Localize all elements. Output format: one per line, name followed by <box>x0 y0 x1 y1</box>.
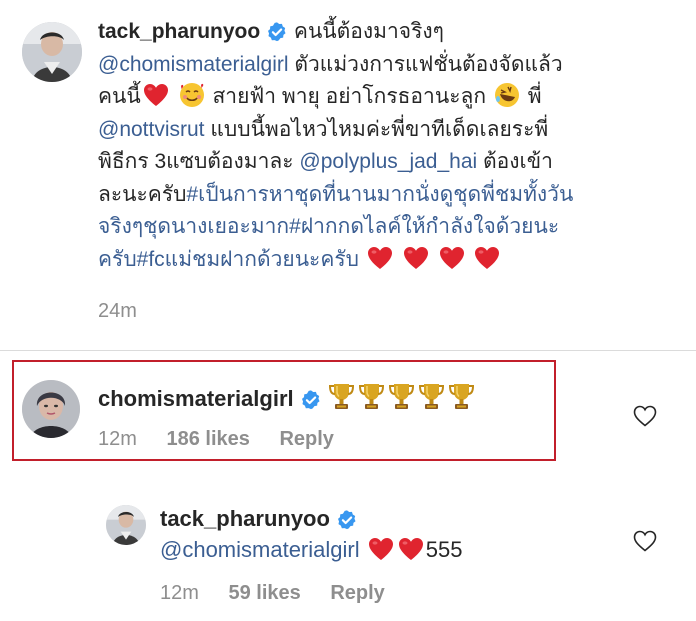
mention-link[interactable]: @chomismaterialgirl <box>98 53 289 76</box>
comment-text: คนนี้ <box>98 85 141 108</box>
mention-link[interactable]: @polyplus_jad_hai <box>299 150 477 173</box>
hashtag-link[interactable]: #เป็นการหาชุดที่นานมากนั่งดูชุดพี่ชมทั้ง… <box>186 183 573 206</box>
heart-outline-icon[interactable] <box>633 405 657 427</box>
comment-text: พิธีกร 3แซบต้องมาละ <box>98 150 294 173</box>
rofl-emoji-icon <box>494 83 519 107</box>
verified-badge-icon <box>336 509 358 531</box>
trophy-icon <box>388 382 415 412</box>
heart-emoji-icon <box>143 83 169 107</box>
heart-emoji-icon <box>403 246 429 270</box>
heart-emoji-icon <box>368 537 394 561</box>
comment-text-number: 555 <box>425 537 463 562</box>
comment-header: tack_pharunyoo <box>160 506 358 532</box>
hashtag-link[interactable]: #fcแม่ชมฝากด้วยนะครับ <box>137 248 359 271</box>
heart-emoji-icon <box>398 537 424 561</box>
comment-text: @chomismaterialgirl 555 <box>160 537 462 563</box>
mention-link[interactable]: @chomismaterialgirl <box>160 537 360 562</box>
trophy-icon <box>358 382 385 412</box>
comment-text: สายฟ้า พายุ อย่าโกรธอานะลูก <box>212 85 487 108</box>
verified-badge-icon <box>266 21 288 43</box>
username[interactable]: chomismaterialgirl <box>98 386 294 411</box>
reply-button[interactable]: Reply <box>279 428 333 450</box>
hashtag-link[interactable]: #ฝากกดไลค์ให้กำลังใจด้วยนะ <box>289 215 559 238</box>
comment-header: chomismaterialgirl <box>98 382 478 412</box>
comment-meta: 12m 186 likes Reply <box>98 428 358 451</box>
username[interactable]: tack_pharunyoo <box>98 20 260 43</box>
heart-emoji-icon <box>367 246 393 270</box>
mention-link[interactable]: @nottvisrut <box>98 118 205 141</box>
trophy-icon <box>328 382 355 412</box>
avatar-chomismaterialgirl[interactable] <box>22 380 80 438</box>
hashtag-link-continued[interactable]: ครับ <box>98 248 137 271</box>
likes-count[interactable]: 59 likes <box>228 582 300 604</box>
smiling-hearts-emoji-icon <box>179 83 204 107</box>
comment-text: ละนะครับ <box>98 182 187 206</box>
heart-emoji-icon <box>474 246 500 270</box>
comment-meta: 12m 59 likes Reply <box>160 582 409 605</box>
comment-timestamp: 24m <box>98 300 137 322</box>
hashtag-link-continued[interactable]: จริงๆชุดนางเยอะมาก <box>98 215 289 238</box>
trophy-icon <box>418 382 445 412</box>
comment-text: ต้องเข้า <box>483 150 553 173</box>
comment-text: พี่ <box>527 85 542 108</box>
comment-text: แบบนี้พอไหวไหมค่ะพี่ขาทีเด็ดเลยระพี่ <box>210 117 549 141</box>
comment-timestamp: 12m <box>160 582 199 604</box>
divider <box>0 350 696 351</box>
reply-button[interactable]: Reply <box>330 582 384 604</box>
comment-timestamp: 12m <box>98 428 137 450</box>
comment-text: คนนี้ต้องมาจริงๆ <box>293 20 444 43</box>
likes-count[interactable]: 186 likes <box>166 428 249 450</box>
comment-text: ตัวแม่วงการแฟชั่นต้องจัดแล้ว <box>294 52 563 76</box>
trophy-icon <box>448 382 475 412</box>
username[interactable]: tack_pharunyoo <box>160 506 330 531</box>
avatar-tack-pharunyoo[interactable] <box>106 505 146 545</box>
avatar-tack-pharunyoo[interactable] <box>22 22 82 82</box>
heart-emoji-icon <box>439 246 465 270</box>
heart-outline-icon[interactable] <box>633 530 657 552</box>
comment-text-tack-pharunyoo: tack_pharunyoo คนนี้ต้องมาจริงๆ @chomism… <box>98 16 688 276</box>
verified-badge-icon <box>300 389 322 411</box>
